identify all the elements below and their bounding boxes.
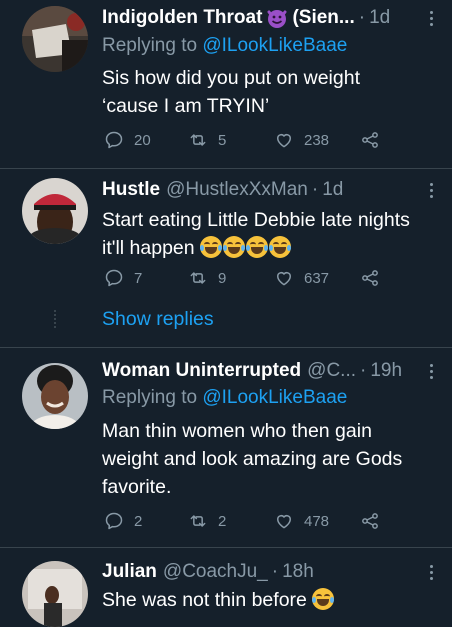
mention-link[interactable]: @ILookLikeBaae xyxy=(202,35,347,56)
divider xyxy=(0,347,452,348)
avatar-image xyxy=(22,178,88,244)
timestamp[interactable]: 1d xyxy=(369,7,390,29)
replying-to: Replying to @ILookLikeBaae xyxy=(102,387,348,408)
tweet-actions: 20 5 238 xyxy=(104,130,404,154)
avatar-image xyxy=(22,6,88,72)
divider xyxy=(0,547,452,548)
avatar[interactable] xyxy=(22,363,88,429)
mention-link[interactable]: @ILookLikeBaae xyxy=(202,387,347,408)
reply-icon xyxy=(104,268,124,288)
username[interactable]: @HustlexXxMan xyxy=(166,179,308,201)
more-options-icon[interactable] xyxy=(424,5,438,31)
share-button[interactable] xyxy=(360,511,390,531)
timestamp[interactable]: 19h xyxy=(370,360,402,382)
reply-button[interactable]: 2 xyxy=(104,511,142,531)
heart-icon xyxy=(274,130,294,150)
display-name[interactable]: Julian xyxy=(102,561,157,583)
reply-button[interactable]: 20 xyxy=(104,130,151,150)
like-button[interactable]: 478 xyxy=(274,511,329,531)
tweet-text: She was not thin before xyxy=(102,586,442,614)
avatar[interactable] xyxy=(22,178,88,244)
retweet-icon xyxy=(188,511,208,531)
tears-of-joy-emoji xyxy=(223,236,246,258)
share-icon xyxy=(360,268,380,288)
retweet-button[interactable]: 2 xyxy=(188,511,226,531)
heart-icon xyxy=(274,511,294,531)
retweet-icon xyxy=(188,268,208,288)
timestamp[interactable]: 18h xyxy=(282,561,314,583)
tears-of-joy-emoji xyxy=(269,236,292,258)
username[interactable]: @C... xyxy=(307,360,356,382)
tweet-header: Indigolden Throat (Sien... · 1d xyxy=(102,7,391,29)
avatar-image xyxy=(22,363,88,429)
share-icon xyxy=(360,511,380,531)
show-replies-link[interactable]: Show replies xyxy=(102,308,214,331)
heart-icon xyxy=(274,268,294,288)
tweet-text: Man thin women who then gain weight and … xyxy=(102,420,403,498)
tweet-header: Julian @CoachJu_ · 18h xyxy=(102,561,314,583)
thread-connector xyxy=(54,310,58,328)
tears-of-joy-emoji xyxy=(246,236,269,258)
share-button[interactable] xyxy=(360,130,390,150)
share-icon xyxy=(360,130,380,150)
tears-of-joy-emoji xyxy=(200,236,223,258)
display-name[interactable]: Hustle xyxy=(102,179,160,201)
tweet-header: Hustle @HustlexXxMan · 1d xyxy=(102,179,344,201)
more-options-icon[interactable] xyxy=(424,358,438,384)
username[interactable]: @CoachJu_ xyxy=(163,561,268,583)
avatar[interactable] xyxy=(22,561,88,627)
display-name-suffix: (Sien... xyxy=(292,7,355,28)
avatar[interactable] xyxy=(22,6,88,72)
divider xyxy=(0,168,452,169)
tweet-header: Woman Uninterrupted @C... · 19h xyxy=(102,360,402,382)
more-options-icon[interactable] xyxy=(424,177,438,203)
more-options-icon[interactable] xyxy=(424,559,438,585)
tears-of-joy-emoji xyxy=(312,588,335,610)
replying-to: Replying to @ILookLikeBaae xyxy=(102,35,348,56)
retweet-button[interactable]: 5 xyxy=(188,130,226,150)
avatar-image xyxy=(22,561,88,627)
reply-icon xyxy=(104,511,124,531)
retweet-button[interactable]: 9 xyxy=(188,268,226,288)
display-name[interactable]: Indigolden Throat xyxy=(102,7,262,29)
retweet-icon xyxy=(188,130,208,150)
timestamp[interactable]: 1d xyxy=(322,179,343,201)
share-button[interactable] xyxy=(360,268,390,288)
reply-icon xyxy=(104,130,124,150)
tweet-text: Start eating Little Debbie late nights i… xyxy=(102,209,410,259)
smiling-devil-emoji xyxy=(267,10,287,28)
tweet-actions: 7 9 637 xyxy=(104,268,404,292)
like-button[interactable]: 637 xyxy=(274,268,329,288)
like-button[interactable]: 238 xyxy=(274,130,329,150)
tweet-actions: 2 2 478 xyxy=(104,511,404,535)
tweet-text: Sis how did you put on weight ‘cause I a… xyxy=(102,67,360,117)
reply-button[interactable]: 7 xyxy=(104,268,142,288)
display-name[interactable]: Woman Uninterrupted xyxy=(102,360,301,382)
